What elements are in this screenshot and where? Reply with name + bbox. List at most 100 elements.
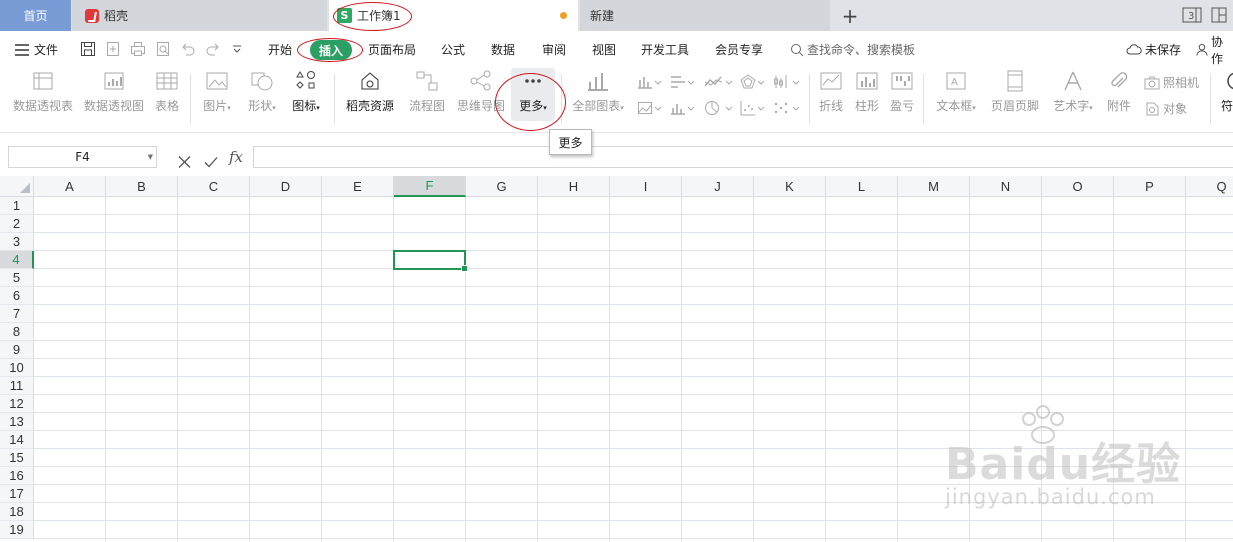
sparkline-column-button[interactable]: 柱形 [852, 70, 882, 114]
row-header-19[interactable]: 19 [0, 521, 34, 539]
row-header-7[interactable]: 7 [0, 305, 34, 323]
tab-review[interactable]: 审阅 [542, 31, 566, 68]
column-header-e[interactable]: E [322, 176, 394, 197]
combo-chart-dropdown-icon[interactable] [670, 100, 696, 116]
undo-icon[interactable] [180, 41, 196, 57]
column-header-a[interactable]: A [34, 176, 106, 197]
column-header-l[interactable]: L [826, 176, 898, 197]
attachment-button[interactable]: 附件 [1104, 70, 1134, 114]
column-header-f[interactable]: F [394, 176, 466, 197]
file-menu-button[interactable]: 文件 [15, 31, 58, 68]
pivot-chart-button[interactable]: 数据透视图 [83, 70, 145, 114]
column-header-p[interactable]: P [1114, 176, 1186, 197]
insert-function-button[interactable]: fx [229, 146, 243, 168]
mindmap-button[interactable]: 思维导图 [455, 70, 507, 114]
cancel-edit-icon[interactable] [178, 151, 191, 173]
row-header-18[interactable]: 18 [0, 503, 34, 521]
column-header-d[interactable]: D [250, 176, 322, 197]
name-box[interactable]: F4 ▼ [8, 146, 157, 168]
row-header-12[interactable]: 12 [0, 395, 34, 413]
tab-formula[interactable]: 公式 [441, 31, 465, 68]
worksheet-grid[interactable]: A B C D E F G H I J K L M N O P Q 1 2 3 4 5 6 7 8 9 10 11 12 13 14 15 16… [0, 176, 1233, 542]
table-button[interactable]: 表格 [152, 70, 182, 114]
tab-view[interactable]: 视图 [592, 31, 616, 68]
daoke-resources-button[interactable]: 稻壳资源 [344, 70, 396, 114]
command-search[interactable]: 查找命令、搜索模板 [790, 31, 915, 68]
row-header-14[interactable]: 14 [0, 431, 34, 449]
add-tab-button[interactable]: + [838, 0, 862, 31]
export-icon[interactable] [105, 41, 121, 57]
layout-icon[interactable] [1211, 7, 1227, 23]
column-header-i[interactable]: I [610, 176, 682, 197]
formula-input[interactable] [253, 146, 1233, 168]
row-header-16[interactable]: 16 [0, 467, 34, 485]
column-header-o[interactable]: O [1042, 176, 1114, 197]
row-header-17[interactable]: 17 [0, 485, 34, 503]
column-header-m[interactable]: M [898, 176, 970, 197]
tab-start[interactable]: 开始 [268, 31, 292, 68]
header-footer-button[interactable]: 页眉页脚 [989, 70, 1041, 114]
row-header-8[interactable]: 8 [0, 323, 34, 341]
shape-button[interactable]: 形状▾ [244, 70, 280, 114]
pie-chart-dropdown-icon[interactable] [704, 100, 734, 116]
row-header-9[interactable]: 9 [0, 341, 34, 359]
tab-workbook[interactable]: S 工作簿1 [329, 0, 578, 31]
line-chart-dropdown-icon[interactable] [704, 74, 734, 90]
tab-page-layout[interactable]: 页面布局 [368, 31, 416, 68]
chevron-down-icon[interactable] [231, 43, 243, 55]
save-icon[interactable] [80, 41, 96, 57]
tab-daoke[interactable]: 稻壳 [72, 0, 327, 31]
column-header-j[interactable]: J [682, 176, 754, 197]
row-header-3[interactable]: 3 [0, 233, 34, 251]
tab-home[interactable]: 首页 [0, 0, 71, 31]
column-chart-dropdown-icon[interactable] [637, 74, 663, 90]
scatter-chart-dropdown-icon[interactable] [740, 100, 766, 116]
active-cell-f4[interactable] [393, 250, 468, 272]
pivot-table-button[interactable]: 数据透视表 [12, 70, 74, 114]
object-button[interactable]: 对象 [1144, 100, 1187, 117]
sparkline-winloss-button[interactable]: 盈亏 [887, 70, 917, 114]
camera-button[interactable]: 照相机 [1144, 74, 1199, 91]
row-header-1[interactable]: 1 [0, 197, 34, 215]
picture-button[interactable]: 图片▾ [199, 70, 235, 114]
row-header-15[interactable]: 15 [0, 449, 34, 467]
more-button[interactable]: 更多▾ [511, 70, 555, 114]
unsaved-button[interactable]: 未保存 [1126, 31, 1181, 68]
textbox-button[interactable]: A 文本框▾ [932, 70, 980, 114]
flowchart-button[interactable]: 流程图 [407, 70, 447, 114]
icon-library-button[interactable]: 图标▾ [288, 70, 324, 114]
confirm-edit-icon[interactable] [204, 151, 218, 173]
column-header-n[interactable]: N [970, 176, 1042, 197]
row-header-10[interactable]: 10 [0, 359, 34, 377]
workspace-3-icon[interactable]: 3 [1182, 7, 1202, 23]
sparkline-line-button[interactable]: 折线 [816, 70, 846, 114]
row-header-13[interactable]: 13 [0, 413, 34, 431]
bar-chart-dropdown-icon[interactable] [670, 74, 696, 90]
row-header-11[interactable]: 11 [0, 377, 34, 395]
wordart-button[interactable]: 艺术字▾ [1048, 70, 1098, 114]
column-header-c[interactable]: C [178, 176, 250, 197]
tab-developer[interactable]: 开发工具 [641, 31, 689, 68]
stock-chart-dropdown-icon[interactable] [773, 74, 801, 90]
collab-button[interactable]: 协作 [1196, 31, 1233, 68]
all-charts-button[interactable]: 全部图表▾ [569, 70, 627, 114]
symbol-button[interactable]: 符 [1218, 70, 1233, 114]
print-icon[interactable] [130, 41, 146, 57]
redo-icon[interactable] [205, 41, 221, 57]
tab-member[interactable]: 会员专享 [715, 31, 763, 68]
tab-new[interactable]: 新建 [580, 0, 830, 31]
name-box-dropdown-icon[interactable]: ▼ [148, 153, 153, 161]
row-header-6[interactable]: 6 [0, 287, 34, 305]
row-header-5[interactable]: 5 [0, 269, 34, 287]
column-header-b[interactable]: B [106, 176, 178, 197]
column-header-g[interactable]: G [466, 176, 538, 197]
select-all-corner[interactable] [0, 176, 34, 197]
row-header-4[interactable]: 4 [0, 251, 34, 269]
radar-chart-dropdown-icon[interactable] [740, 74, 766, 90]
tab-insert[interactable]: 插入 [310, 40, 352, 60]
other-chart-dropdown-icon[interactable] [773, 100, 801, 116]
print-preview-icon[interactable] [155, 41, 171, 57]
row-header-2[interactable]: 2 [0, 215, 34, 233]
column-header-h[interactable]: H [538, 176, 610, 197]
column-header-k[interactable]: K [754, 176, 826, 197]
